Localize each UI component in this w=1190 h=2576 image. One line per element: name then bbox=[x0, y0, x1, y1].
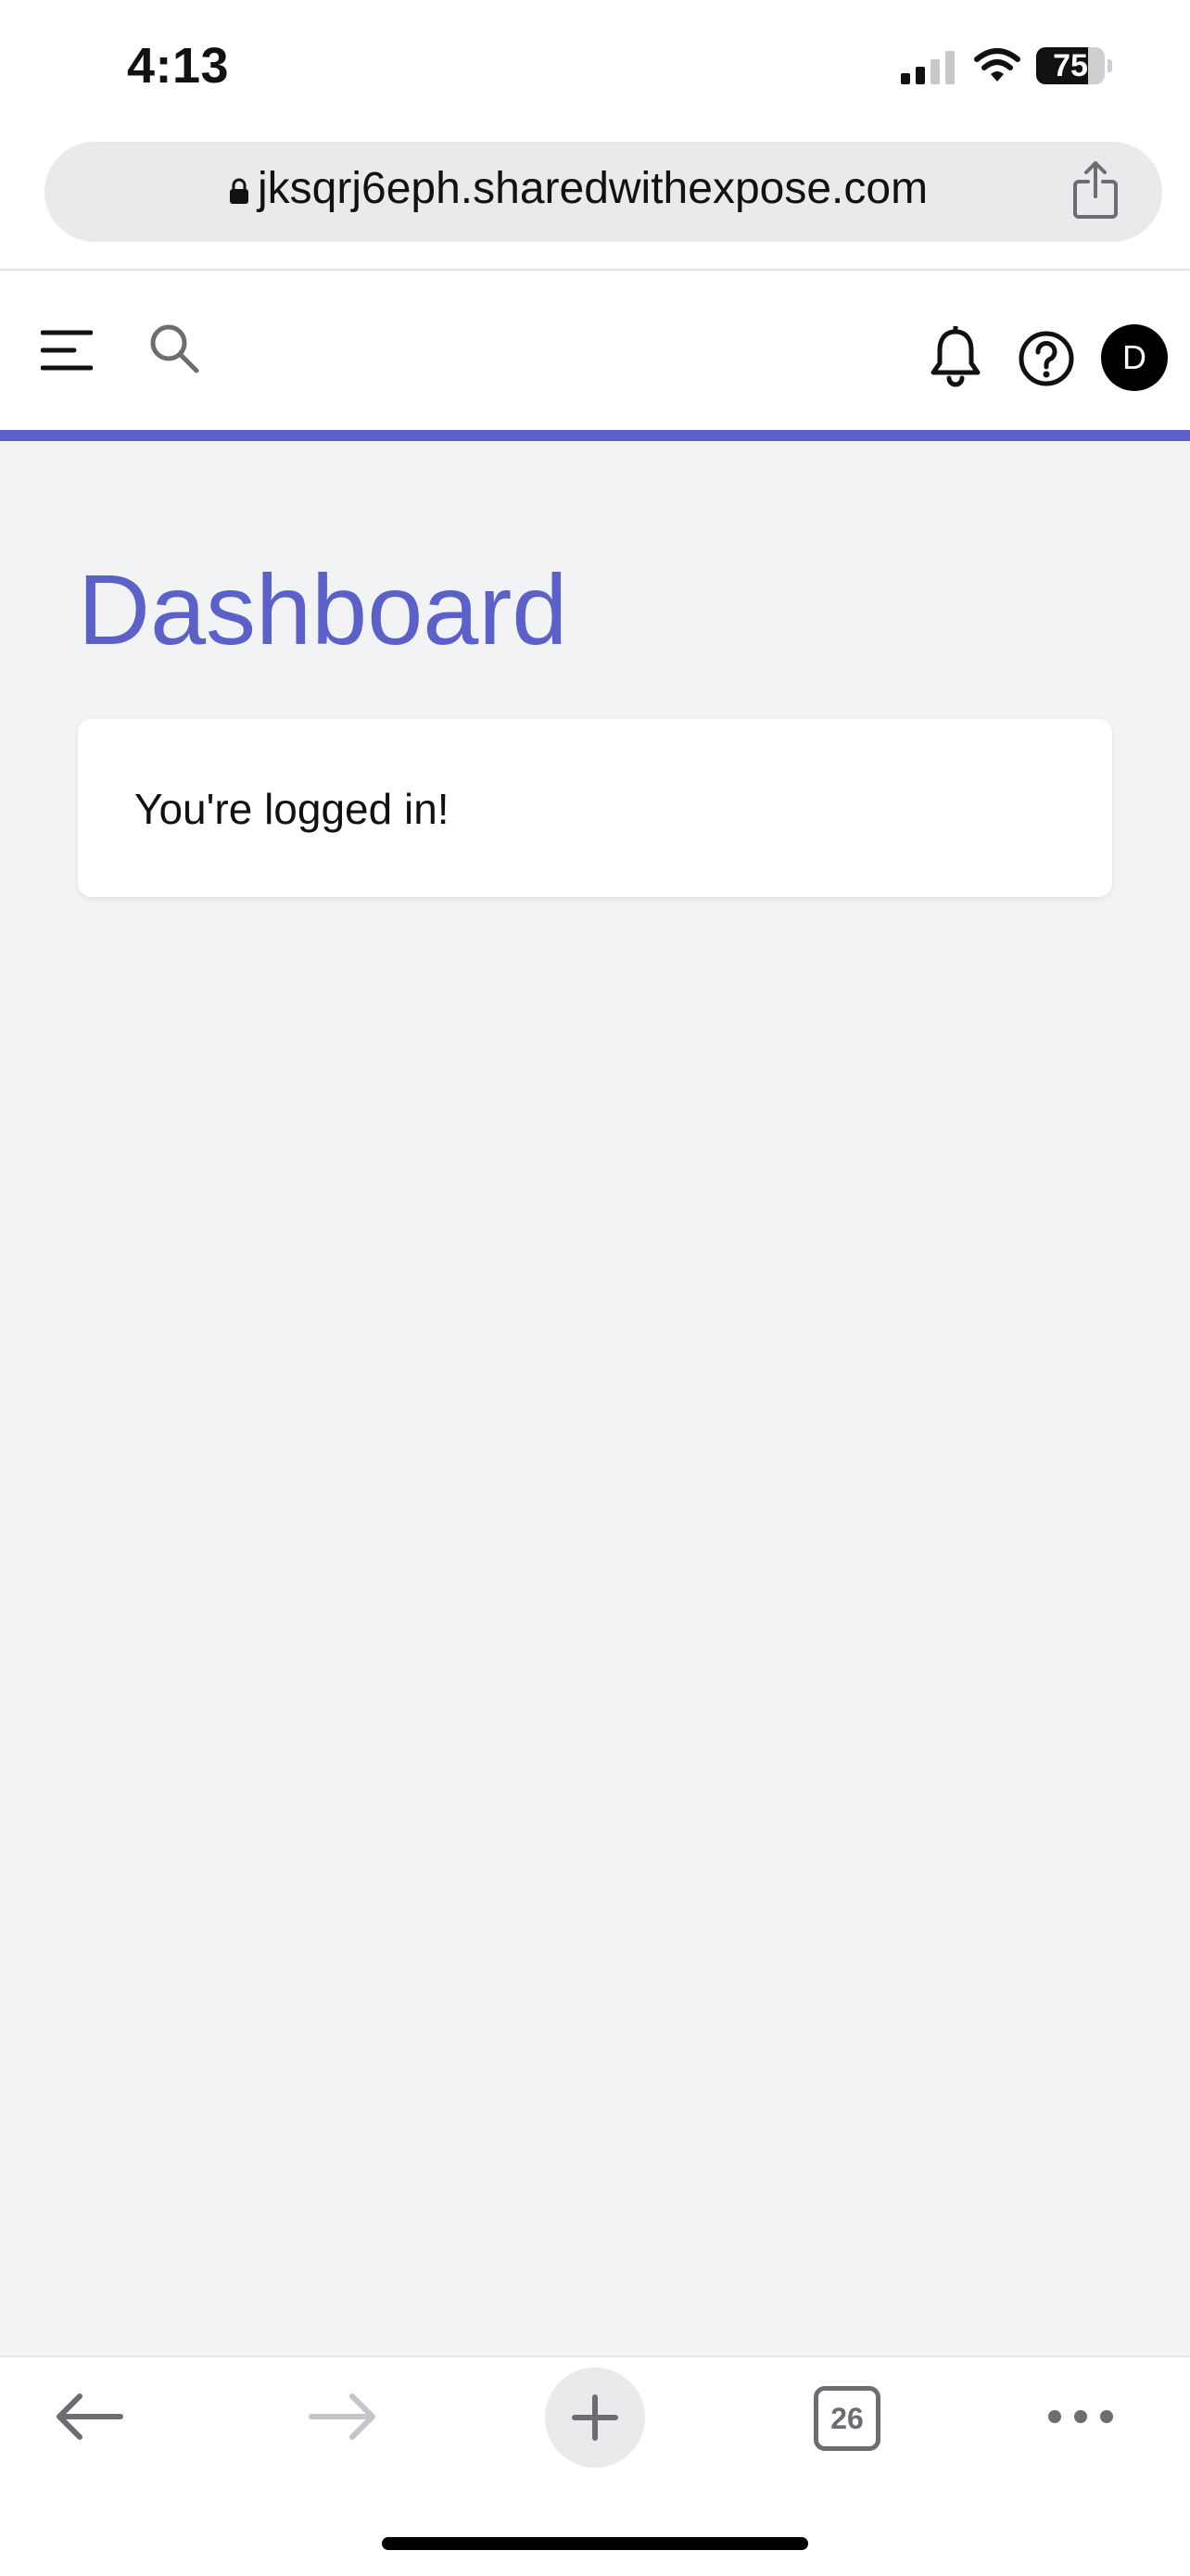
battery-percent: 75 bbox=[1053, 48, 1088, 83]
share-icon[interactable] bbox=[1071, 159, 1120, 219]
battery-indicator: 75 bbox=[1036, 47, 1112, 84]
status-time: 4:13 bbox=[127, 38, 230, 94]
address-bar-url[interactable]: jksqrj6eph.sharedwithexpose.com bbox=[258, 163, 928, 214]
new-tab-button[interactable] bbox=[545, 2368, 645, 2468]
avatar[interactable]: D bbox=[1101, 324, 1168, 391]
search-icon[interactable] bbox=[148, 322, 200, 374]
menu-icon[interactable] bbox=[41, 329, 93, 372]
plus-icon bbox=[572, 2394, 618, 2441]
home-indicator[interactable] bbox=[382, 2537, 808, 2550]
tabs-button[interactable]: 26 bbox=[814, 2386, 880, 2451]
help-icon[interactable] bbox=[1018, 330, 1075, 387]
arrow-left-icon[interactable] bbox=[52, 2389, 126, 2444]
header-accent-line bbox=[0, 430, 1190, 441]
cellular-signal-icon bbox=[901, 51, 955, 84]
arrow-right-icon[interactable] bbox=[306, 2389, 380, 2444]
bell-icon[interactable] bbox=[929, 326, 982, 387]
battery-cap bbox=[1108, 59, 1112, 72]
wifi-icon bbox=[974, 48, 1020, 82]
status-message: You're logged in! bbox=[134, 785, 449, 833]
more-icon[interactable] bbox=[1045, 2406, 1116, 2428]
lock-icon bbox=[230, 178, 248, 204]
page-title: Dashboard bbox=[78, 553, 568, 665]
